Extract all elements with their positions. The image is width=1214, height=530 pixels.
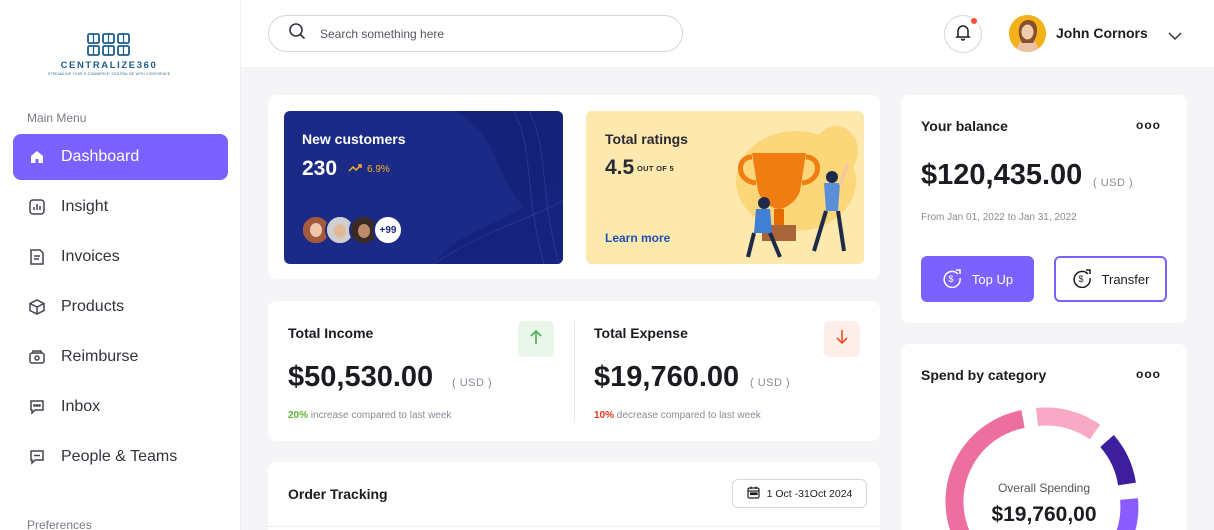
search-box bbox=[268, 15, 683, 52]
income-value: $50,530.00 bbox=[288, 361, 434, 393]
notification-dot bbox=[970, 17, 978, 25]
income-pct: 20% bbox=[288, 410, 309, 421]
income-note-text: increase compared to last week bbox=[308, 410, 452, 421]
date-range-button[interactable]: 1 Oct -31Oct 2024 bbox=[732, 479, 867, 508]
chat-icon bbox=[27, 397, 47, 417]
balance-title: Your balance bbox=[921, 118, 1008, 134]
top-up-label: Top Up bbox=[971, 271, 1014, 287]
brand-name: CENTRALIZE360 bbox=[60, 60, 158, 71]
income-up-button bbox=[518, 321, 554, 357]
customer-avatars: +99 bbox=[301, 215, 403, 245]
brand-tagline: STREAMLINE YOUR E-COMMERCE: CENTRALIZE W… bbox=[48, 72, 171, 76]
sidebar-item-inbox[interactable]: Inbox bbox=[13, 384, 228, 430]
customers-trend-value: 6.9% bbox=[367, 164, 390, 175]
arrow-up-icon bbox=[529, 329, 543, 350]
balance-card: Your balance ooo $120,435.00 ( USD ) Fro… bbox=[901, 95, 1187, 323]
people-icon bbox=[27, 447, 47, 467]
expense-note: 10% decrease compared to last week bbox=[594, 410, 761, 421]
home-icon bbox=[27, 147, 47, 167]
income-unit: ( USD ) bbox=[452, 377, 493, 389]
user-name[interactable]: John Cornors bbox=[1056, 25, 1148, 41]
reimburse-icon bbox=[27, 347, 47, 367]
order-divider bbox=[268, 526, 880, 527]
invoice-icon bbox=[27, 247, 47, 267]
customers-value: 230 bbox=[302, 157, 338, 180]
promo-section: New customers 230 6.9% +99 Total ratings… bbox=[268, 95, 880, 279]
calendar-icon bbox=[746, 486, 767, 502]
expense-note-text: decrease compared to last week bbox=[614, 410, 761, 421]
sidebar-item-dashboard[interactable]: Dashboard bbox=[13, 134, 228, 180]
learn-more-link[interactable]: Learn more bbox=[605, 231, 670, 245]
overall-spending-value: $19,760,00 bbox=[991, 503, 1097, 526]
topup-icon: $ bbox=[942, 268, 972, 291]
transfer-icon: $ bbox=[1072, 268, 1102, 291]
date-range-label: 1 Oct -31Oct 2024 bbox=[766, 487, 853, 500]
sidebar-item-people-teams[interactable]: People & Teams bbox=[13, 434, 228, 480]
sidebar-item-label: Reimburse bbox=[61, 348, 139, 365]
svg-text:$: $ bbox=[948, 274, 953, 284]
sidebar: CENTRALIZE360 STREAMLINE YOUR E-COMMERCE… bbox=[0, 0, 241, 530]
sidebar-item-label: People & Teams bbox=[61, 448, 178, 465]
box-icon bbox=[27, 297, 47, 317]
spend-more-button[interactable]: ooo bbox=[1136, 367, 1161, 381]
user-avatar[interactable] bbox=[1009, 15, 1046, 52]
donut-segment-light-pink bbox=[1036, 407, 1101, 440]
arrow-down-icon bbox=[835, 329, 849, 350]
expense-pct: 10% bbox=[594, 410, 615, 421]
income-note: 20% increase compared to last week bbox=[288, 410, 451, 421]
more-customers-badge[interactable]: +99 bbox=[373, 215, 403, 245]
sidebar-item-label: Products bbox=[61, 298, 125, 315]
topbar: John Cornors bbox=[241, 0, 1214, 67]
donut-segment-dark-purple bbox=[1100, 435, 1136, 486]
order-tracking-card: Order Tracking 1 Oct -31Oct 2024 bbox=[268, 462, 880, 530]
overall-spending-label: Overall Spending bbox=[997, 481, 1091, 495]
insight-icon bbox=[27, 197, 47, 217]
ratings-title: Total ratings bbox=[605, 131, 688, 147]
sidebar-item-label: Dashboard bbox=[61, 148, 140, 165]
chevron-down-icon[interactable] bbox=[1168, 28, 1182, 46]
sidebar-item-invoices[interactable]: Invoices bbox=[13, 234, 228, 280]
order-tracking-title: Order Tracking bbox=[288, 486, 388, 502]
notification-button[interactable] bbox=[944, 15, 982, 53]
transfer-label: Transfer bbox=[1101, 271, 1150, 287]
balance-unit: ( USD ) bbox=[1093, 177, 1134, 189]
bell-icon bbox=[954, 23, 972, 46]
logo-mark-icon bbox=[87, 33, 130, 56]
expense-value: $19,760.00 bbox=[594, 361, 740, 393]
main-menu-label: Main Menu bbox=[27, 111, 87, 125]
spend-category-card: Spend by category ooo Overall Spending $… bbox=[901, 344, 1187, 530]
income-title: Total Income bbox=[288, 325, 374, 341]
expense-unit: ( USD ) bbox=[750, 377, 791, 389]
sidebar-item-insight[interactable]: Insight bbox=[13, 184, 228, 230]
top-up-button[interactable]: $ Top Up bbox=[921, 256, 1034, 302]
stat-divider bbox=[574, 321, 575, 422]
sidebar-item-label: Insight bbox=[61, 198, 109, 215]
income-expense-card: Total Income $50,530.00 ( USD ) 20% incr… bbox=[268, 301, 880, 441]
preferences-label: Preferences bbox=[27, 518, 92, 530]
balance-range: From Jan 01, 2022 to Jan 31, 2022 bbox=[921, 212, 1077, 223]
logo: CENTRALIZE360 STREAMLINE YOUR E-COMMERCE… bbox=[48, 32, 170, 84]
transfer-button[interactable]: $ Transfer bbox=[1054, 256, 1167, 302]
search-icon bbox=[288, 22, 306, 45]
sidebar-item-products[interactable]: Products bbox=[13, 284, 228, 330]
balance-more-button[interactable]: ooo bbox=[1136, 118, 1161, 132]
expense-down-button bbox=[824, 321, 860, 357]
total-ratings-card: Total ratings 4.5 OUT OF 5 Learn more bbox=[586, 111, 864, 264]
customers-title: New customers bbox=[302, 131, 406, 147]
search-input[interactable] bbox=[320, 26, 640, 41]
ratings-unit: OUT OF 5 bbox=[637, 164, 674, 173]
main-nav: Dashboard Insight Invoices Products Reim… bbox=[13, 134, 228, 484]
ratings-value: 4.5 bbox=[605, 156, 635, 179]
new-customers-card: New customers 230 6.9% +99 bbox=[284, 111, 563, 264]
customers-trend: 6.9% bbox=[348, 163, 390, 176]
svg-text:$: $ bbox=[1078, 274, 1083, 284]
sidebar-item-label: Inbox bbox=[61, 398, 101, 415]
spend-title: Spend by category bbox=[921, 367, 1047, 383]
sidebar-item-label: Invoices bbox=[61, 248, 120, 265]
expense-title: Total Expense bbox=[594, 325, 688, 341]
balance-value: $120,435.00 bbox=[921, 159, 1083, 191]
trend-up-icon bbox=[348, 163, 362, 176]
sidebar-item-reimburse[interactable]: Reimburse bbox=[13, 334, 228, 380]
